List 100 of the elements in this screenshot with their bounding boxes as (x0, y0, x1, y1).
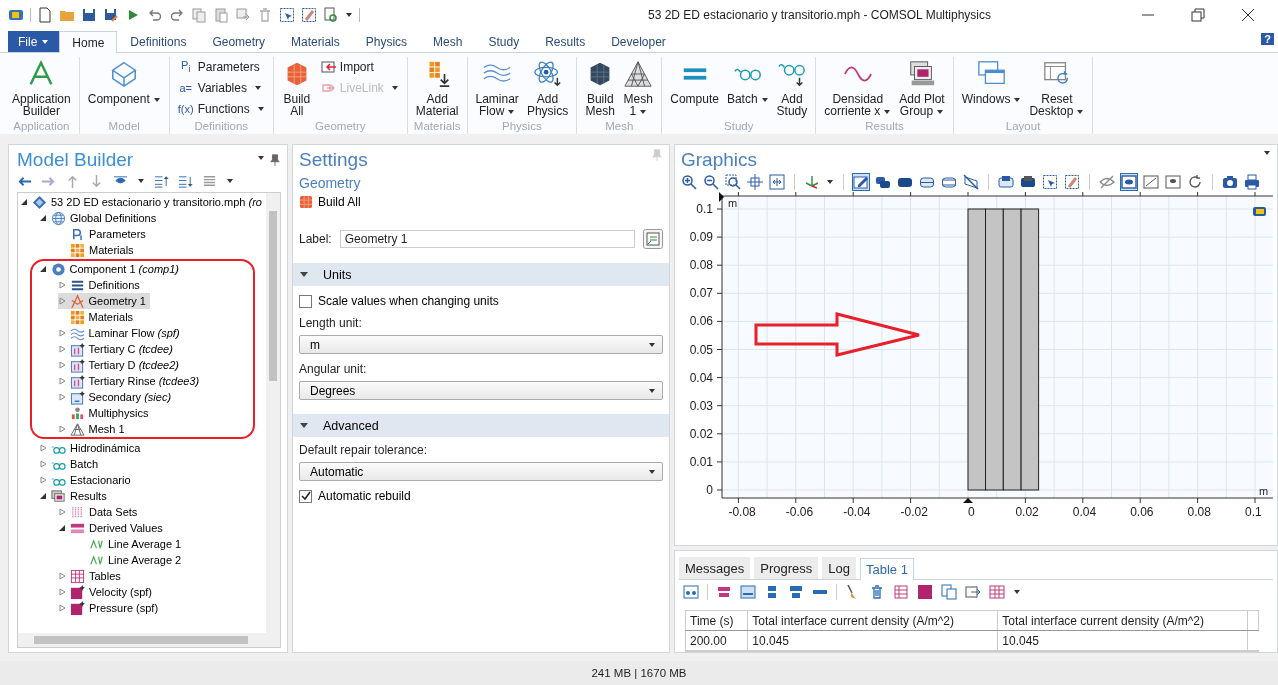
collapse-arrow-icon[interactable] (39, 214, 47, 222)
tree-item[interactable]: Estacionario (39, 472, 135, 488)
tree-item[interactable]: Line Average 1 (77, 536, 186, 552)
expand-arrow-icon[interactable] (57, 329, 66, 337)
tree-item[interactable]: Materials (57, 309, 138, 325)
caret-icon[interactable] (639, 107, 648, 116)
save-as-icon[interactable] (103, 7, 119, 23)
select-objects-icon[interactable] (998, 174, 1014, 190)
checkbox[interactable]: Scale values when changing units (299, 294, 499, 308)
find-icon[interactable] (323, 7, 339, 23)
caret-icon[interactable] (137, 177, 145, 185)
hide-view-icon[interactable] (1143, 174, 1159, 190)
expand-arrow-icon[interactable] (39, 476, 47, 484)
caret-icon[interactable] (1076, 107, 1085, 116)
panel-tab[interactable]: Table 1 (860, 558, 914, 580)
square-icon[interactable] (917, 584, 933, 600)
table-icon[interactable] (893, 584, 909, 600)
caret-icon[interactable] (226, 177, 234, 185)
ribbon-tab[interactable]: Physics (352, 30, 421, 52)
collapse-arrow-icon[interactable] (39, 492, 47, 500)
ribbon-button[interactable]: Add Study (774, 57, 810, 119)
label-field[interactable]: Geometry 1 (339, 230, 635, 248)
expand-arrow-icon[interactable] (57, 297, 66, 305)
expand-arrow-icon[interactable] (58, 588, 66, 596)
caret-icon[interactable] (41, 37, 50, 46)
ribbon-button[interactable]: Application Builder (10, 57, 73, 119)
section-header[interactable]: Units (293, 263, 669, 286)
axis-icon[interactable] (804, 174, 820, 190)
tree-item[interactable]: Secondary (siec) (57, 389, 176, 405)
delete-icon[interactable] (869, 584, 885, 600)
tree-item[interactable]: Line Average 2 (77, 552, 186, 568)
caret-icon[interactable] (1013, 588, 1021, 596)
tree-item[interactable]: Hidrodinámica (39, 440, 145, 456)
caret-icon[interactable] (507, 107, 516, 116)
expand-arrow-icon[interactable] (58, 572, 66, 580)
expand-arrow-icon[interactable] (57, 345, 66, 353)
column-header[interactable]: Total interface current density (A/m^2) (997, 610, 1248, 631)
expand-arrow-icon[interactable] (57, 393, 66, 401)
grid-icon[interactable] (989, 584, 1005, 600)
rotate-icon[interactable] (1187, 174, 1203, 190)
scrollbar[interactable] (18, 633, 280, 647)
caret-icon[interactable] (648, 386, 656, 395)
zoom-in-icon[interactable] (681, 174, 697, 190)
ribbon-button[interactable]: Mesh 1 (621, 57, 656, 119)
expand-arrow-icon[interactable] (57, 281, 66, 289)
collapse-icon[interactable] (154, 173, 169, 189)
ribbon-button[interactable]: Batch (724, 57, 771, 107)
caret-icon[interactable] (152, 95, 161, 104)
tree-item[interactable]: Global Definitions (39, 210, 161, 226)
caret-icon[interactable] (257, 154, 265, 162)
dropdown[interactable]: m (299, 335, 663, 354)
deselect-icon[interactable] (1064, 174, 1080, 190)
ribbon-button[interactable]: Build Mesh (583, 57, 618, 119)
ribbon-tab[interactable]: Results (532, 30, 599, 52)
caret-icon[interactable] (826, 178, 834, 186)
reset-view-icon[interactable] (1165, 174, 1181, 190)
ribbon-button[interactable]: Reset Desktop (1027, 57, 1087, 119)
list-view-icon[interactable] (202, 173, 217, 189)
expand-icon[interactable] (178, 173, 193, 189)
table-settings-icon[interactable] (683, 584, 699, 600)
caret-icon[interactable] (253, 83, 262, 92)
tree-item[interactable]: Results (39, 488, 111, 504)
collapse-arrow-icon[interactable] (38, 265, 47, 273)
frame-icon[interactable] (941, 174, 957, 190)
column-header[interactable]: Time (s) (685, 610, 748, 631)
ribbon-button[interactable]: P$_{i}$ Parameters (175, 57, 267, 76)
tree-item[interactable]: Mesh 1 (57, 421, 129, 437)
dropdown[interactable]: Degrees (299, 381, 663, 400)
ribbon-button[interactable]: Import (317, 57, 401, 76)
ribbon-tab[interactable]: Materials (278, 30, 353, 52)
overlap-icon[interactable] (875, 174, 891, 190)
camera-icon[interactable] (1222, 174, 1238, 190)
ribbon-tab[interactable]: Mesh (420, 30, 476, 52)
ribbon-button[interactable]: Densidad corriente x (822, 57, 894, 119)
ribbon-button[interactable]: Build All (279, 57, 314, 119)
view-icon[interactable] (1121, 174, 1137, 190)
section-header[interactable]: Advanced (293, 414, 669, 437)
center-icon[interactable] (747, 174, 763, 190)
tree-item[interactable]: Data Sets (58, 504, 142, 520)
caret-icon[interactable] (936, 107, 945, 116)
save-icon[interactable] (81, 7, 97, 23)
dropdown[interactable]: Automatic (299, 462, 663, 481)
auto-format-icon[interactable] (740, 584, 756, 600)
pin-icon[interactable] (269, 154, 281, 166)
caret-icon[interactable] (648, 340, 656, 349)
geometry-domains[interactable] (967, 208, 1040, 491)
ribbon-tab[interactable]: Home (59, 31, 118, 53)
expand-arrow-icon[interactable] (39, 460, 47, 468)
tree-item[interactable]: Parameters (58, 226, 150, 242)
tree-item[interactable]: Pressure (spf) (58, 600, 163, 616)
column-header[interactable]: Total interface current density (A/m^2) (747, 610, 998, 631)
collapse-arrow-icon[interactable] (20, 198, 28, 206)
caret-icon[interactable] (1013, 95, 1022, 104)
edit-icon[interactable] (853, 174, 869, 190)
hide-mesh-icon[interactable] (963, 174, 979, 190)
number-format-icon[interactable] (788, 584, 804, 600)
ribbon-button[interactable]: a= Variables (175, 78, 267, 97)
tree-item[interactable]: 53 2D ED estacionario y transitorio.mph (ro (20, 194, 266, 210)
panel-tab[interactable]: Progress (754, 557, 819, 579)
app-icon[interactable] (8, 7, 24, 23)
